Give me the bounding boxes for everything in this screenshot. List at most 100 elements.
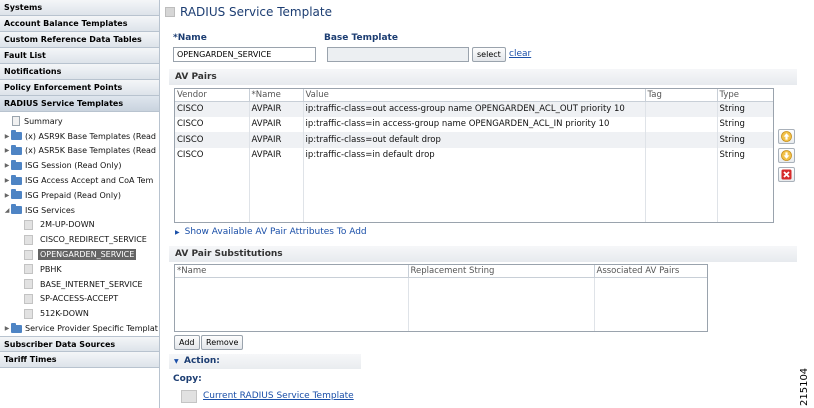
- nav-header-systems[interactable]: Systems: [0, 0, 159, 16]
- av-pairs-table: Vendor *Name Value Tag Type CISCO AVPAIR…: [174, 88, 774, 223]
- cell-name: AVPAIR: [249, 147, 304, 163]
- tree-folder-asr5k[interactable]: ▶ (x) ASR5K Base Templates (Read: [0, 144, 159, 159]
- template-icon: [165, 7, 175, 17]
- copy-current-template-link[interactable]: Current RADIUS Service Template: [203, 391, 354, 401]
- column-header-associated-av-pairs[interactable]: Associated AV Pairs: [594, 265, 707, 278]
- collapse-arrow-icon[interactable]: ◢: [3, 207, 11, 214]
- folder-icon: [11, 189, 22, 200]
- column-header-vendor[interactable]: Vendor: [175, 89, 250, 102]
- nav-header-notifications[interactable]: Notifications: [0, 64, 159, 80]
- template-icon: [24, 264, 33, 275]
- page-title: RADIUS Service Template: [180, 5, 332, 19]
- move-up-button[interactable]: [778, 129, 795, 144]
- table-row[interactable]: CISCO AVPAIR ip:traffic-class=in access-…: [175, 116, 773, 132]
- template-icon: [24, 219, 33, 230]
- expand-arrow-icon: ▶: [175, 228, 180, 236]
- column-header-name[interactable]: *Name: [249, 89, 304, 102]
- action-section-header[interactable]: ▼ Action:: [169, 354, 361, 369]
- copy-template-icon[interactable]: [181, 390, 197, 403]
- move-down-button[interactable]: [778, 148, 795, 163]
- av-pair-substitutions-table: *Name Replacement String Associated AV P…: [174, 264, 708, 332]
- expand-arrow-icon[interactable]: ▶: [3, 177, 11, 184]
- nav-header-tariff-times[interactable]: Tariff Times: [0, 351, 159, 368]
- tree-leaf-base-internet-service[interactable]: BASE_INTERNET_SERVICE: [0, 277, 159, 292]
- template-icon: [24, 279, 33, 290]
- tree-leaf-512k-down[interactable]: 512K-DOWN: [0, 306, 159, 321]
- tree-item-label: 2M-UP-DOWN: [40, 220, 95, 230]
- tree-folder-isg-access-accept[interactable]: ▶ ISG Access Accept and CoA Tem: [0, 173, 159, 188]
- remove-substitution-button[interactable]: Remove: [201, 335, 244, 350]
- cell-type: String: [717, 147, 773, 163]
- table-row[interactable]: CISCO AVPAIR ip:traffic-class=in default…: [175, 147, 773, 163]
- folder-icon: [11, 174, 22, 185]
- column-header-name[interactable]: *Name: [175, 265, 409, 278]
- tree-leaf-opengarden-service[interactable]: OPENGARDEN_SERVICE: [0, 247, 159, 262]
- delete-row-button[interactable]: [778, 167, 795, 182]
- cell-name: AVPAIR: [249, 132, 304, 148]
- nav-header-subscriber-data-sources[interactable]: Subscriber Data Sources: [0, 335, 159, 352]
- folder-icon: [11, 144, 22, 155]
- expand-arrow-icon[interactable]: ▶: [3, 147, 11, 154]
- av-pairs-header-row: Vendor *Name Value Tag Type: [175, 89, 773, 102]
- tree-leaf-2m-up-down[interactable]: 2M-UP-DOWN: [0, 218, 159, 233]
- select-base-template-button[interactable]: select: [472, 47, 506, 62]
- clear-base-template-link[interactable]: clear: [509, 49, 531, 59]
- table-row[interactable]: CISCO AVPAIR ip:traffic-class=out defaul…: [175, 132, 773, 148]
- cell-name: AVPAIR: [249, 101, 304, 117]
- nav-header-fault-list[interactable]: Fault List: [0, 48, 159, 64]
- tree-item-label: (x) ASR9K Base Templates (Read: [25, 131, 156, 141]
- expand-arrow-icon[interactable]: ▶: [3, 192, 11, 199]
- expand-arrow-icon[interactable]: ▶: [3, 162, 11, 169]
- cell-vendor: CISCO: [175, 147, 250, 163]
- arrow-up-icon: [781, 131, 792, 142]
- tree-folder-isg-services[interactable]: ◢ ISG Services: [0, 203, 159, 218]
- cell-value: ip:traffic-class=out default drop: [303, 132, 646, 148]
- tree-item-label: 512K-DOWN: [40, 309, 89, 319]
- cell-tag: [645, 116, 718, 132]
- base-template-input[interactable]: [327, 47, 469, 62]
- column-header-replacement-string[interactable]: Replacement String: [408, 265, 595, 278]
- expand-arrow-icon[interactable]: ▶: [3, 133, 11, 140]
- action-label: Action:: [184, 356, 220, 366]
- open-folder-icon: [11, 204, 22, 215]
- tree-folder-isg-prepaid[interactable]: ▶ ISG Prepaid (Read Only): [0, 188, 159, 203]
- tree-item-label: (x) ASR5K Base Templates (Read: [25, 146, 156, 156]
- av-pairs-section-header: AV Pairs: [169, 69, 797, 85]
- tree-item-label: ISG Prepaid (Read Only): [25, 190, 121, 200]
- nav-header-policy-enforcement-points[interactable]: Policy Enforcement Points: [0, 80, 159, 96]
- tree-leaf-sp-access-accept[interactable]: SP-ACCESS-ACCEPT: [0, 292, 159, 307]
- document-icon: [12, 116, 20, 127]
- tree-folder-service-provider-specific[interactable]: ▶ Service Provider Specific Templat: [0, 321, 159, 336]
- name-input[interactable]: [173, 47, 316, 62]
- tree-folder-asr9k[interactable]: ▶ (x) ASR9K Base Templates (Read: [0, 129, 159, 144]
- nav-header-custom-reference-data-tables[interactable]: Custom Reference Data Tables: [0, 32, 159, 48]
- tree-item-label: SP-ACCESS-ACCEPT: [40, 294, 119, 304]
- expand-arrow-icon[interactable]: ▶: [3, 325, 11, 332]
- nav-header-account-balance-templates[interactable]: Account Balance Templates: [0, 16, 159, 32]
- name-label: *Name: [173, 33, 207, 43]
- tree-folder-isg-session[interactable]: ▶ ISG Session (Read Only): [0, 158, 159, 173]
- arrow-down-icon: [781, 150, 792, 161]
- show-available-av-pairs-toggle[interactable]: ▶ Show Available AV Pair Attributes To A…: [175, 227, 367, 237]
- column-header-value[interactable]: Value: [303, 89, 646, 102]
- tree-item-label: BASE_INTERNET_SERVICE: [40, 279, 143, 289]
- cell-vendor: CISCO: [175, 116, 250, 132]
- add-substitution-button[interactable]: Add: [174, 335, 200, 350]
- cell-name: AVPAIR: [249, 116, 304, 132]
- main-panel: RADIUS Service Template *Name Base Templ…: [161, 0, 797, 408]
- tree-leaf-pbhk[interactable]: PBHK: [0, 262, 159, 277]
- cell-vendor: CISCO: [175, 132, 250, 148]
- template-icon: [24, 293, 33, 304]
- column-header-tag[interactable]: Tag: [645, 89, 718, 102]
- tree-item-label: CISCO_REDIRECT_SERVICE: [40, 235, 147, 245]
- tree-leaf-cisco-redirect-service[interactable]: CISCO_REDIRECT_SERVICE: [0, 232, 159, 247]
- tree-item-summary[interactable]: Summary: [0, 114, 159, 129]
- template-icon: [24, 234, 33, 245]
- cell-value: ip:traffic-class=in access-group name OP…: [303, 116, 646, 132]
- nav-header-radius-service-templates[interactable]: RADIUS Service Templates: [0, 96, 159, 112]
- tree-item-label: ISG Access Accept and CoA Tem: [25, 176, 154, 186]
- tree-item-label: OPENGARDEN_SERVICE: [38, 249, 137, 261]
- table-row[interactable]: CISCO AVPAIR ip:traffic-class=out access…: [175, 101, 773, 117]
- navigation-sidebar: Systems Account Balance Templates Custom…: [0, 0, 160, 408]
- column-header-type[interactable]: Type: [717, 89, 773, 102]
